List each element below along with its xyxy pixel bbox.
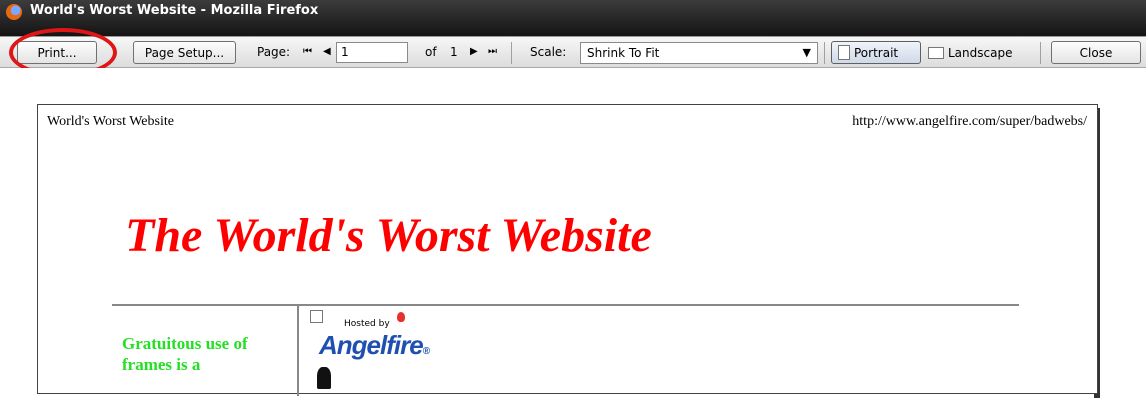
- first-page-icon[interactable]: ⏮: [303, 46, 312, 57]
- broken-image-icon: [310, 310, 323, 323]
- horizontal-rule: [112, 304, 1019, 306]
- window-title-bar[interactable]: World's Worst Website - Mozilla Firefox: [0, 0, 1146, 36]
- window-title: World's Worst Website - Mozilla Firefox: [30, 3, 319, 18]
- firefox-icon: [6, 4, 22, 20]
- dropdown-arrow-icon: ▼: [802, 46, 811, 59]
- scale-value: Shrink To Fit: [587, 46, 660, 60]
- toolbar-separator: [511, 42, 512, 64]
- landscape-button[interactable]: Landscape: [924, 41, 1034, 64]
- sidebar-text: Gratuitous use of frames is a: [122, 334, 248, 374]
- previous-page-icon[interactable]: ◀: [323, 46, 331, 57]
- total-pages: 1: [450, 45, 458, 59]
- next-page-icon[interactable]: ▶: [470, 46, 478, 57]
- print-preview-toolbar: Print... Page Setup... Page: ⏮ ◀ 1 of 1 …: [0, 36, 1146, 68]
- last-page-icon[interactable]: ⏭: [488, 46, 497, 57]
- page-header-title: World's Worst Website: [47, 114, 174, 129]
- scale-dropdown[interactable]: Shrink To Fit ▼: [580, 42, 818, 64]
- angelfire-logo: Angelfire®: [319, 330, 430, 361]
- portrait-button[interactable]: Portrait: [831, 41, 921, 64]
- preview-page: World's Worst Website http://www.angelfi…: [37, 104, 1098, 396]
- mascot-image: [317, 367, 331, 389]
- page-label: Page:: [257, 45, 291, 59]
- flame-icon: [397, 312, 405, 322]
- toolbar-separator: [824, 42, 825, 64]
- brand-name: Angelfire: [319, 330, 424, 360]
- toolbar-separator: [1040, 42, 1041, 64]
- site-title: The World's Worst Website: [125, 209, 652, 262]
- portrait-page-icon: [838, 45, 850, 60]
- of-label: of: [425, 45, 437, 59]
- page-header-url: http://www.angelfire.com/super/badwebs/: [852, 114, 1087, 129]
- hosted-by-label: Hosted by: [344, 319, 390, 329]
- print-preview-area[interactable]: World's Worst Website http://www.angelfi…: [0, 68, 1146, 398]
- landscape-page-icon: [928, 46, 944, 59]
- landscape-label: Landscape: [948, 45, 1013, 60]
- close-button[interactable]: Close: [1051, 41, 1141, 64]
- portrait-label: Portrait: [854, 45, 899, 60]
- page-setup-button[interactable]: Page Setup...: [133, 41, 236, 64]
- brand-mark: ®: [422, 346, 430, 357]
- page-number-input[interactable]: 1: [336, 42, 408, 63]
- scale-label: Scale:: [530, 45, 567, 59]
